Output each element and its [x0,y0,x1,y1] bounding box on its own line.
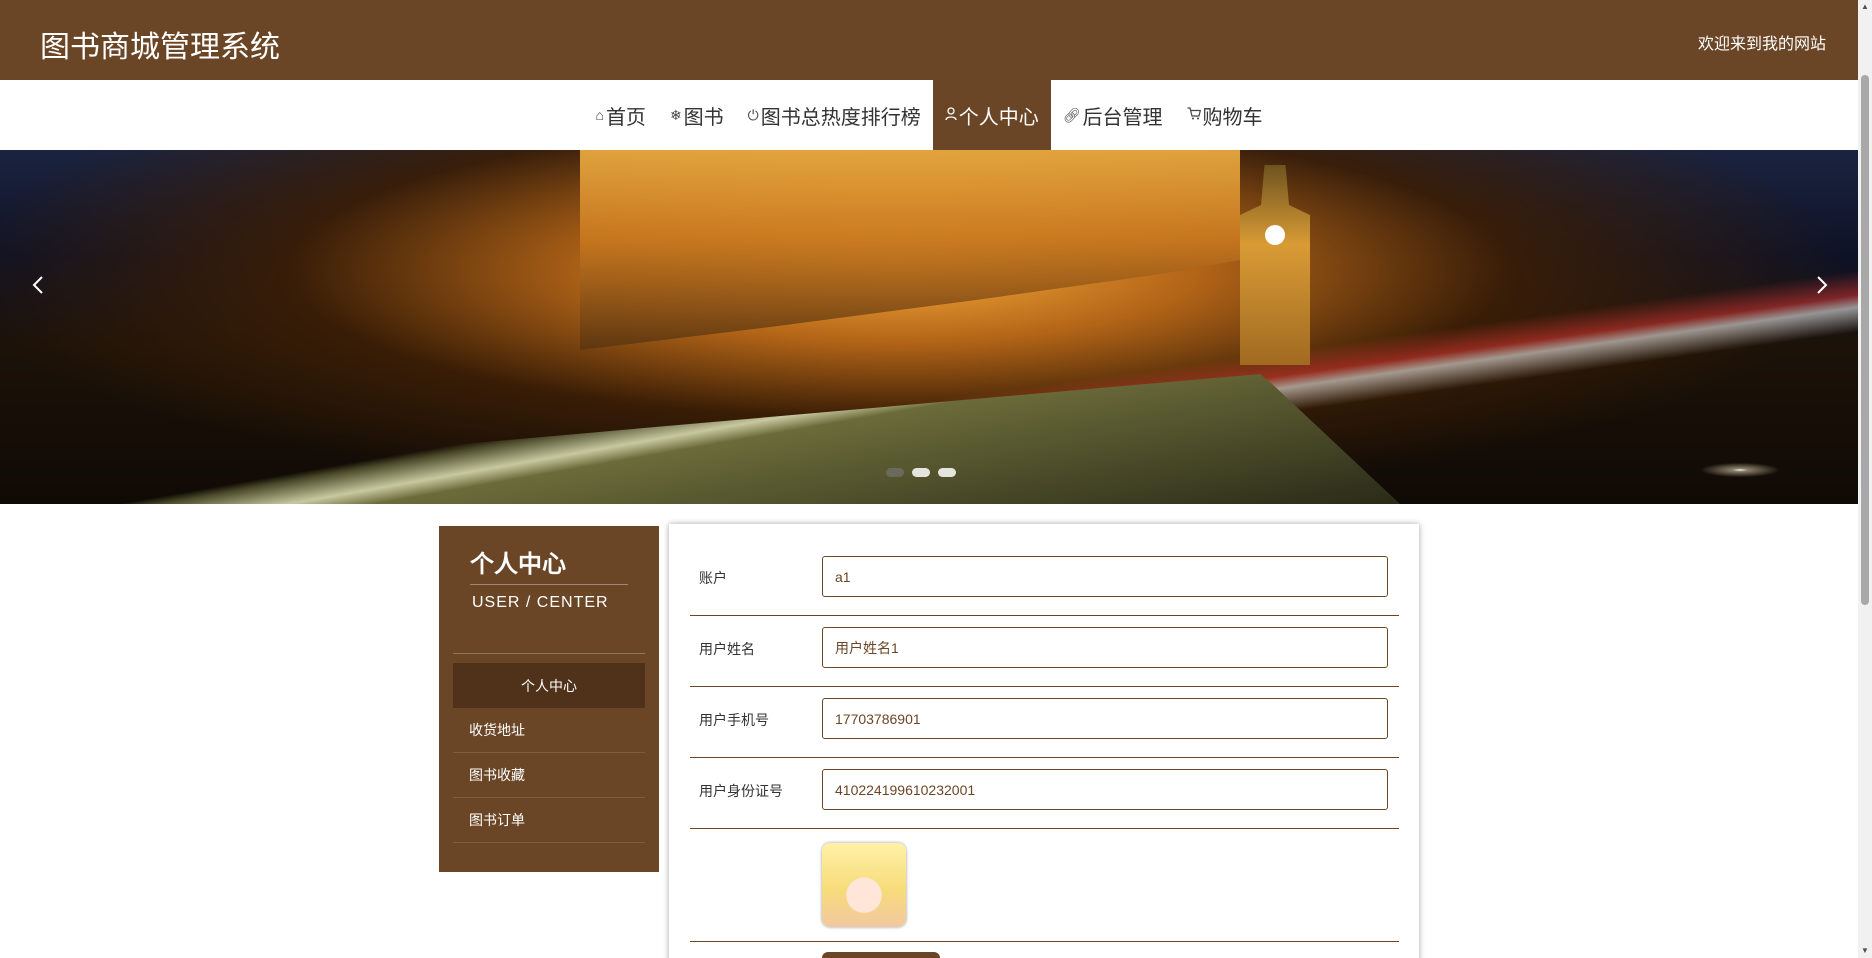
form-row-name: 用户姓名 用户姓名1 [690,616,1399,687]
submit-button[interactable] [822,952,940,958]
page-scrollbar[interactable]: ▲ ▼ [1858,0,1872,958]
sidebar-item-user-center[interactable]: 个人中心 [453,663,645,708]
form-row-account: 账户 a1 [690,544,1399,616]
sidebar-divider [470,584,628,585]
power-icon: ⏻ [747,106,759,123]
form-row-phone: 用户手机号 17703786901 [690,687,1399,758]
phone-label: 用户手机号 [699,712,769,728]
carousel-indicators [886,468,956,477]
avatar-image[interactable] [822,843,906,927]
sidebar-menu: 个人中心 收货地址 图书收藏 图书订单 [453,663,645,843]
sidebar-item-favorites[interactable]: 图书收藏 [453,753,645,798]
name-label: 用户姓名 [699,641,755,657]
sidebar-subtitle: USER / CENTER [472,594,609,611]
nav-item-label: 购物车 [1202,106,1263,129]
cart-icon [1187,107,1201,123]
main-nav: ⌂ 首页 ❄ 图书 ⏻ 图书总热度排行榜 个人中心 🔗︎ 后台管理 购物车 [0,80,1858,150]
sidebar-title: 个人中心 [470,551,566,578]
chevron-right-icon [1817,276,1828,294]
account-label: 账户 [699,570,727,586]
banner-image-clock-tower [1240,165,1310,365]
banner-image-bridge [0,374,1400,504]
id-number-label: 用户身份证号 [699,783,783,799]
name-input[interactable]: 用户姓名1 [822,627,1388,668]
scroll-up-icon[interactable]: ▲ [1861,3,1869,11]
link-icon: 🔗︎ [1062,106,1081,123]
sidebar-item-address[interactable]: 收货地址 [453,708,645,753]
scroll-down-icon[interactable]: ▼ [1861,947,1869,955]
form-row-avatar [690,829,1399,942]
sidebar-item-orders[interactable]: 图书订单 [453,798,645,843]
nav-item-user-center[interactable]: 个人中心 [932,80,1051,150]
nav-item-label: 图书 [683,106,724,129]
carousel-next-button[interactable] [1804,267,1840,303]
banner-carousel [0,150,1858,504]
carousel-dot-1[interactable] [886,468,904,477]
carousel-dot-3[interactable] [938,468,956,477]
carousel-prev-button[interactable] [20,267,56,303]
page: 图书商城管理系统 欢迎来到我的网站 ⌂ 首页 ❄ 图书 ⏻ 图书总热度排行榜 个… [0,0,1872,958]
phone-input[interactable]: 17703786901 [822,698,1388,739]
id-number-input[interactable]: 410224199610232001 [822,769,1388,810]
nav-item-books[interactable]: ❄ 图书 [658,80,736,150]
nav-item-admin[interactable]: 🔗︎ 后台管理 [1051,80,1175,150]
home-icon: ⌂ [595,107,604,123]
account-input[interactable]: a1 [822,556,1388,597]
nav-item-label: 图书总热度排行榜 [760,106,921,129]
form-row-id-number: 用户身份证号 410224199610232001 [690,758,1399,829]
nav-item-cart[interactable]: 购物车 [1175,80,1275,150]
banner-image-building [580,150,1240,350]
chevron-left-icon [32,276,43,294]
nav-item-label: 后台管理 [1082,106,1163,129]
nav-item-label: 首页 [605,106,646,129]
user-center-sidebar: 个人中心 USER / CENTER 个人中心 收货地址 图书收藏 图书订单 [439,526,659,872]
nav-item-ranking[interactable]: ⏻ 图书总热度排行榜 [736,80,933,150]
user-icon [945,106,957,124]
top-header: 图书商城管理系统 欢迎来到我的网站 [0,0,1858,80]
carousel-dot-2[interactable] [912,468,930,477]
profile-form: 账户 a1 用户姓名 用户姓名1 用户手机号 17703786901 用户身份证… [669,524,1419,958]
nav-item-home[interactable]: ⌂ 首页 [583,80,657,150]
welcome-text: 欢迎来到我的网站 [1697,36,1826,53]
sidebar-separator [453,653,645,654]
snowflake-icon: ❄ [669,106,682,123]
scrollbar-thumb[interactable] [1861,75,1869,605]
nav-item-label: 个人中心 [958,106,1039,129]
site-title: 图书商城管理系统 [40,31,280,64]
